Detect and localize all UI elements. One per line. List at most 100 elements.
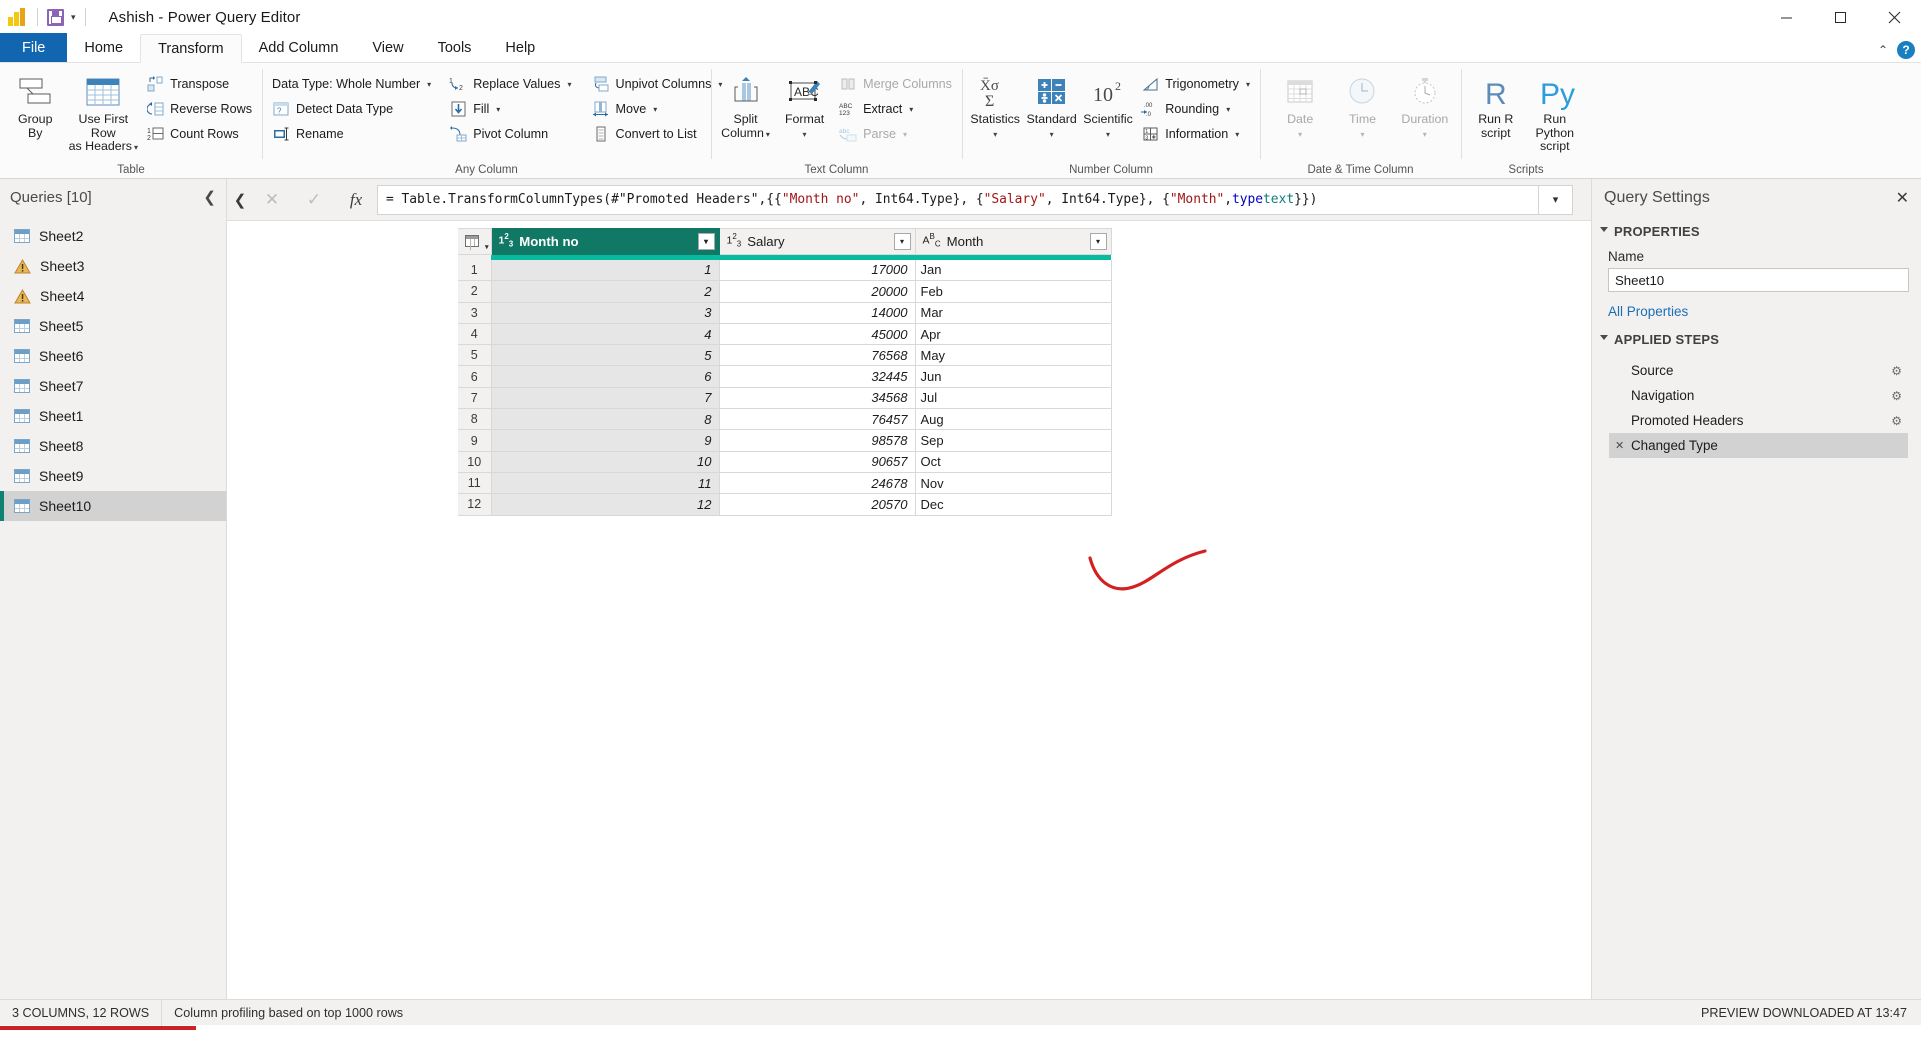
query-item-sheet3[interactable]: Sheet3 [0,251,226,281]
row-number-cell[interactable]: 10 [458,451,491,472]
cell-month[interactable]: Sep [915,430,1111,451]
query-item-sheet1[interactable]: Sheet1 [0,401,226,431]
detect-data-type-button[interactable]: ? Detect Data Type [268,98,435,120]
fx-icon[interactable]: fx [335,185,377,215]
formula-expand-icon[interactable]: ❮ [229,191,251,209]
cell-salary[interactable]: 17000 [719,260,915,281]
statistics-button[interactable]: X̄σ Σ Statistics▾ [968,69,1022,140]
cell-month-no[interactable]: 1 [491,260,719,281]
unpivot-columns-button[interactable]: Unpivot Columns▾ [587,73,726,95]
applied-step-navigation[interactable]: Navigation⚙ [1609,383,1908,408]
format-button[interactable]: ABC Format▾ [776,69,833,140]
cell-month[interactable]: Mar [915,302,1111,323]
cell-salary[interactable]: 24678 [719,472,915,493]
cell-month-no[interactable]: 11 [491,472,719,493]
row-number-cell[interactable]: 11 [458,472,491,493]
rounding-button[interactable]: .00 .0 Rounding▾ [1137,98,1254,120]
table-row[interactable]: 101090657Oct [458,451,1111,472]
save-icon[interactable] [47,9,64,26]
rename-button[interactable]: Rename [268,123,435,145]
pivot-column-button[interactable]: Pivot Column [445,123,575,145]
query-item-sheet4[interactable]: Sheet4 [0,281,226,311]
query-name-input[interactable]: Sheet10 [1608,268,1909,292]
replace-values-button[interactable]: 1 2 Replace Values▾ [445,73,575,95]
formula-dropdown-icon[interactable]: ▾ [1539,185,1573,215]
cell-month[interactable]: Feb [915,281,1111,302]
column-header-salary[interactable]: 123Salary ▾ [719,229,915,255]
formula-input[interactable]: = Table.TransformColumnTypes(#"Promoted … [377,185,1539,215]
properties-section-header[interactable]: PROPERTIES [1592,217,1921,243]
cell-month[interactable]: May [915,345,1111,366]
query-item-sheet6[interactable]: Sheet6 [0,341,226,371]
tab-add-column[interactable]: Add Column [242,33,356,62]
column-header-month[interactable]: ABCMonth ▾ [915,229,1111,255]
applied-steps-section-header[interactable]: APPLIED STEPS [1592,325,1921,351]
row-number-cell[interactable]: 1 [458,260,491,281]
table-row[interactable]: 121220570Dec [458,494,1111,515]
chevron-left-icon[interactable]: ❮ [203,188,216,206]
query-item-sheet7[interactable]: Sheet7 [0,371,226,401]
collapse-ribbon-icon[interactable]: ⌃ [1878,43,1888,57]
cell-month-no[interactable]: 12 [491,494,719,515]
gear-icon[interactable]: ⚙ [1891,389,1902,403]
tab-tools[interactable]: Tools [421,33,489,62]
cell-salary[interactable]: 14000 [719,302,915,323]
all-properties-link[interactable]: All Properties [1592,292,1921,325]
cell-salary[interactable]: 45000 [719,323,915,344]
applied-step-changed-type[interactable]: ✕Changed Type [1609,433,1908,458]
cell-month[interactable]: Aug [915,409,1111,430]
data-type-button[interactable]: Data Type: Whole Number▾ [268,73,435,95]
formula-accept-button[interactable]: ✓ [293,185,335,215]
cell-month-no[interactable]: 9 [491,430,719,451]
tab-home[interactable]: Home [67,33,140,62]
applied-step-promoted-headers[interactable]: Promoted Headers⚙ [1609,408,1908,433]
cell-month-no[interactable]: 8 [491,409,719,430]
standard-button[interactable]: Standard▾ [1024,69,1078,140]
extract-button[interactable]: ABC 123 Extract▾ [835,98,956,120]
column-filter-button[interactable]: ▾ [894,233,911,250]
quick-access-caret-icon[interactable]: ▾ [71,12,76,23]
table-row[interactable]: 3314000Mar [458,302,1111,323]
delete-step-icon[interactable]: ✕ [1615,439,1624,452]
count-rows-button[interactable]: 1 2 Count Rows [142,123,256,145]
table-row[interactable]: 6632445Jun [458,366,1111,387]
cell-salary[interactable]: 34568 [719,387,915,408]
cell-salary[interactable]: 90657 [719,451,915,472]
cell-month[interactable]: Jul [915,387,1111,408]
cell-month[interactable]: Nov [915,472,1111,493]
scientific-button[interactable]: 10 2 Scientific▾ [1081,69,1135,140]
convert-to-list-button[interactable]: Convert to List [587,123,726,145]
table-row[interactable]: 2220000Feb [458,281,1111,302]
cell-month[interactable]: Oct [915,451,1111,472]
transpose-button[interactable]: Transpose [142,73,256,95]
table-row[interactable]: 1117000Jan [458,260,1111,281]
gear-icon[interactable]: ⚙ [1891,364,1902,378]
table-row[interactable]: 4445000Apr [458,323,1111,344]
cell-month-no[interactable]: 7 [491,387,719,408]
cell-month[interactable]: Dec [915,494,1111,515]
select-all-table-icon[interactable]: ▾ [458,229,491,255]
row-number-cell[interactable]: 2 [458,281,491,302]
row-number-cell[interactable]: 9 [458,430,491,451]
table-row[interactable]: 5576568May [458,345,1111,366]
query-item-sheet10[interactable]: Sheet10 [0,491,226,521]
cell-month-no[interactable]: 5 [491,345,719,366]
split-column-button[interactable]: Split Column▾ [717,69,774,141]
run-r-script-button[interactable]: R Run R script [1469,69,1523,140]
formula-cancel-button[interactable]: ✕ [251,185,293,215]
query-item-sheet5[interactable]: Sheet5 [0,311,226,341]
column-header-month-no[interactable]: 123Month no ▾ [491,229,719,255]
close-button[interactable] [1867,0,1921,34]
cell-month-no[interactable]: 4 [491,323,719,344]
tab-view[interactable]: View [355,33,420,62]
cell-month-no[interactable]: 6 [491,366,719,387]
cell-month[interactable]: Apr [915,323,1111,344]
cell-month[interactable]: Jan [915,260,1111,281]
use-first-row-as-headers-button[interactable]: Use First Row as Headers▾ [67,69,141,155]
table-row[interactable]: 8876457Aug [458,409,1111,430]
merge-columns-button[interactable]: Merge Columns [835,73,956,95]
cell-salary[interactable]: 20000 [719,281,915,302]
help-icon[interactable]: ? [1897,41,1915,59]
cell-salary[interactable]: 76457 [719,409,915,430]
time-button[interactable]: Time▾ [1332,69,1392,140]
